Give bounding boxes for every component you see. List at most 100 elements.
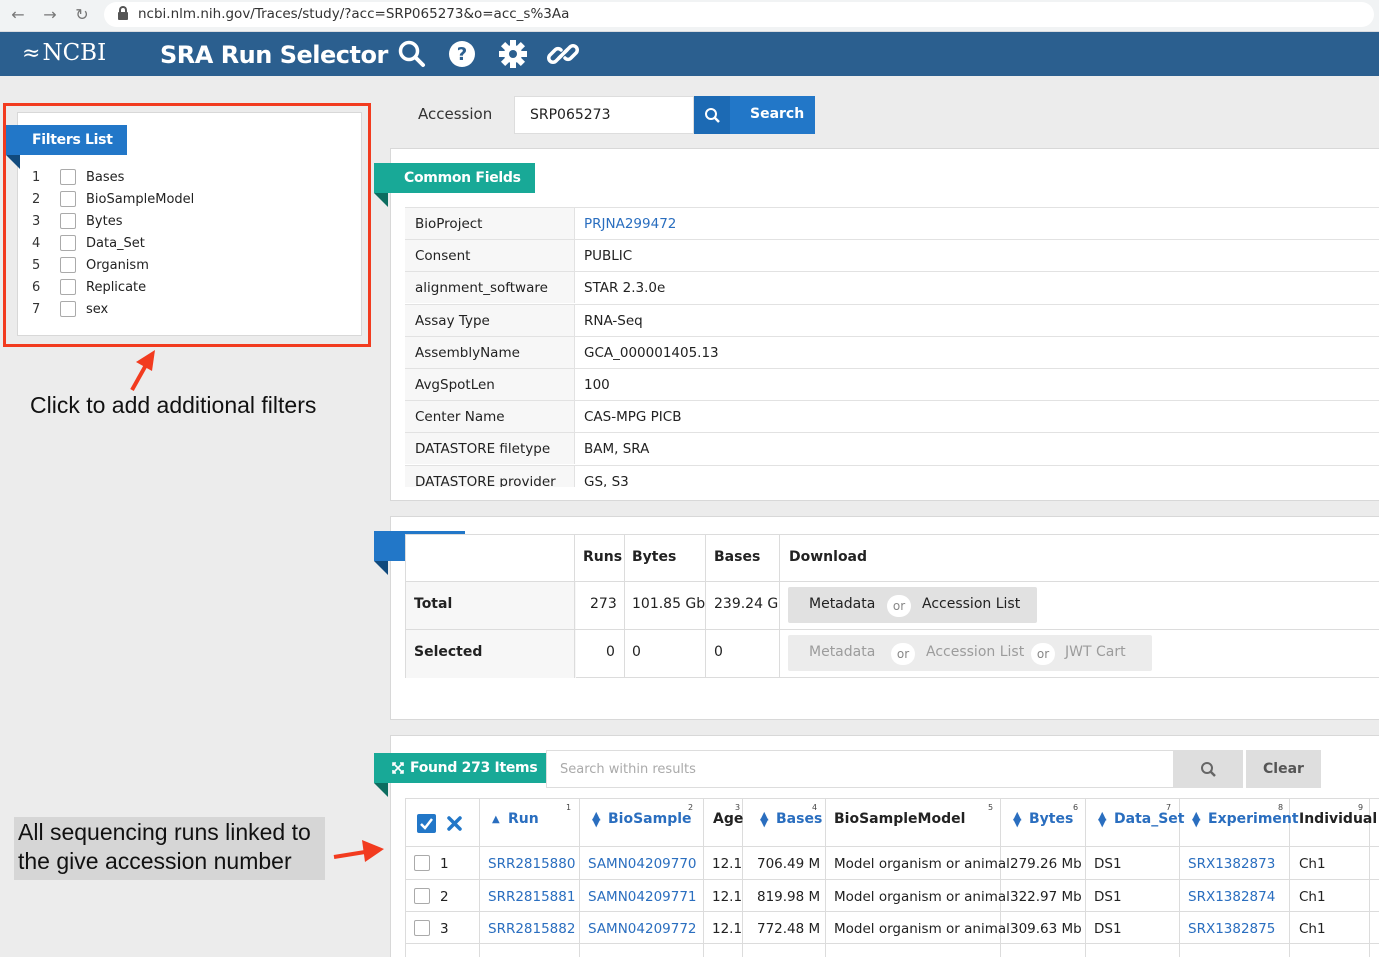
column-number: 7 <box>1166 803 1172 812</box>
ncbi-header: ≈NCBI SRA Run Selector ? <box>0 32 1379 76</box>
common-field-row: Consent PUBLIC <box>405 239 1379 272</box>
total-bases: 239.24 G <box>714 596 779 612</box>
row-checkbox[interactable] <box>414 920 430 936</box>
bases-cell: 706.49 M <box>757 856 821 872</box>
biosample-link[interactable]: SAMN04209770 <box>588 856 697 872</box>
address-bar[interactable]: ncbi.nlm.nih.gov/Traces/study/?acc=SRP06… <box>104 2 1374 27</box>
results-search-button[interactable] <box>1173 750 1243 788</box>
column-number: 9 <box>1358 803 1364 812</box>
column-number: 4 <box>812 803 818 812</box>
column-label: Run <box>508 811 539 827</box>
field-key: AssemblyName <box>405 336 575 368</box>
search-icon[interactable] <box>396 38 428 70</box>
forward-arrow-icon[interactable]: → <box>40 5 60 25</box>
selected-download-group: Metadata or Accession List or JWT Cart <box>788 635 1152 671</box>
total-label: Total <box>414 596 453 612</box>
selected-accession-list-button[interactable]: Accession List <box>926 644 1024 660</box>
jwt-cart-button[interactable]: JWT Cart <box>1065 644 1126 660</box>
field-key: alignment_software <box>405 272 575 304</box>
experiment-link[interactable]: SRX1382875 <box>1188 921 1275 937</box>
url-text: ncbi.nlm.nih.gov/Traces/study/?acc=SRP06… <box>138 6 570 22</box>
search-button-label: Search <box>750 106 805 122</box>
deselect-all-icon[interactable] <box>446 815 463 832</box>
select-all-checkbox[interactable] <box>417 814 436 833</box>
column-number: 6 <box>1073 803 1079 812</box>
svg-text:?: ? <box>457 44 467 65</box>
arrow-up-icon <box>130 350 155 391</box>
found-items-title: Found 273 Items <box>410 760 538 776</box>
row-index: 3 <box>440 921 449 937</box>
experiment-link[interactable]: SRX1382874 <box>1188 889 1275 905</box>
selected-metadata-button[interactable]: Metadata <box>809 644 875 660</box>
clear-button[interactable]: Clear <box>1246 750 1321 788</box>
ncbi-logo[interactable]: ≈NCBI <box>22 40 106 66</box>
dataset-cell: DS1 <box>1094 856 1122 872</box>
selected-bytes: 0 <box>632 644 641 660</box>
bytes-cell: 279.26 Mb <box>1010 856 1082 872</box>
sort-icon: ▲ ▼ <box>1013 809 1022 829</box>
total-bytes: 101.85 Gb <box>632 596 706 612</box>
accession-input[interactable] <box>514 96 694 134</box>
runs-annotation-line2: the give accession number <box>18 848 292 874</box>
row-checkbox[interactable] <box>414 887 430 904</box>
found-items-ribbon: Found 273 Items <box>374 753 552 797</box>
column-number: 1 <box>566 803 572 812</box>
selected-bases: 0 <box>714 644 723 660</box>
total-accession-list-button[interactable]: Accession List <box>922 596 1020 612</box>
runs-header: Runs <box>583 549 623 565</box>
total-download-group: Metadata or Accession List <box>788 587 1037 623</box>
column-number: 8 <box>1278 803 1284 812</box>
link-icon[interactable] <box>547 38 579 70</box>
biosample-link[interactable]: SAMN04209772 <box>588 921 697 937</box>
biosamplemodel-cell: Model organism or animal <box>834 921 1010 937</box>
annotation-highlight-box <box>3 103 371 347</box>
total-metadata-button[interactable]: Metadata <box>809 596 875 612</box>
column-label: Data_Set <box>1114 811 1185 827</box>
column-number: 3 <box>735 803 741 812</box>
gear-icon[interactable] <box>497 38 529 70</box>
accession-label: Accession <box>418 105 493 123</box>
row-index: 1 <box>440 856 449 872</box>
back-arrow-icon[interactable]: ← <box>8 5 28 25</box>
common-field-row: Center Name CAS-MPG PICB <box>405 400 1379 433</box>
accession-search-button[interactable]: Search <box>694 96 815 134</box>
expand-icon <box>392 762 404 774</box>
experiment-link[interactable]: SRX1382873 <box>1188 856 1275 872</box>
search-within-results-input[interactable] <box>546 750 1174 788</box>
bytes-cell: 309.63 Mb <box>1010 921 1082 937</box>
runs-annotation-box: All sequencing runs linked to the give a… <box>14 817 325 880</box>
column-label: BioSampleModel <box>834 811 966 827</box>
sort-icon: ▲ ▼ <box>760 809 769 829</box>
field-key: Center Name <box>405 401 575 433</box>
bytes-header: Bytes <box>632 549 677 565</box>
run-link[interactable]: SRR2815880 <box>488 856 575 872</box>
bytes-cell: 322.97 Mb <box>1010 888 1082 905</box>
or-badge: or <box>887 595 911 617</box>
field-value: GCA_000001405.13 <box>584 344 719 361</box>
download-header: Download <box>789 549 868 565</box>
common-field-row: DATASTORE provider GS, S3 <box>405 464 1379 487</box>
bioproject-link[interactable]: PRJNA299472 <box>584 216 676 232</box>
sort-icon: ▲ ▼ <box>1192 809 1201 829</box>
selected-label: Selected <box>414 644 483 660</box>
column-label: Bases <box>776 811 823 827</box>
reload-icon[interactable]: ↻ <box>72 5 92 25</box>
run-link[interactable]: SRR2815882 <box>488 921 575 937</box>
run-link[interactable]: SRR2815881 <box>488 889 575 905</box>
row-checkbox[interactable] <box>414 855 430 871</box>
individual-cell: Ch1 <box>1299 856 1326 872</box>
ncbi-logo-text: NCBI <box>42 40 107 66</box>
field-key: DATASTORE filetype <box>405 433 575 465</box>
row-index: 2 <box>440 888 449 905</box>
column-label: Individual <box>1299 811 1378 827</box>
help-icon[interactable]: ? <box>446 38 478 70</box>
filters-annotation: Click to add additional filters <box>30 392 317 418</box>
search-icon <box>1201 762 1216 777</box>
biosample-link[interactable]: SAMN04209771 <box>588 889 697 905</box>
column-label: Experiment <box>1208 811 1299 827</box>
common-field-row: AvgSpotLen 100 <box>405 368 1379 400</box>
biosamplemodel-cell: Model organism or animal <box>834 856 1010 872</box>
total-runs: 273 <box>590 596 617 612</box>
selected-runs: 0 <box>606 644 615 660</box>
sort-icon: ▲ ▼ <box>592 809 601 829</box>
